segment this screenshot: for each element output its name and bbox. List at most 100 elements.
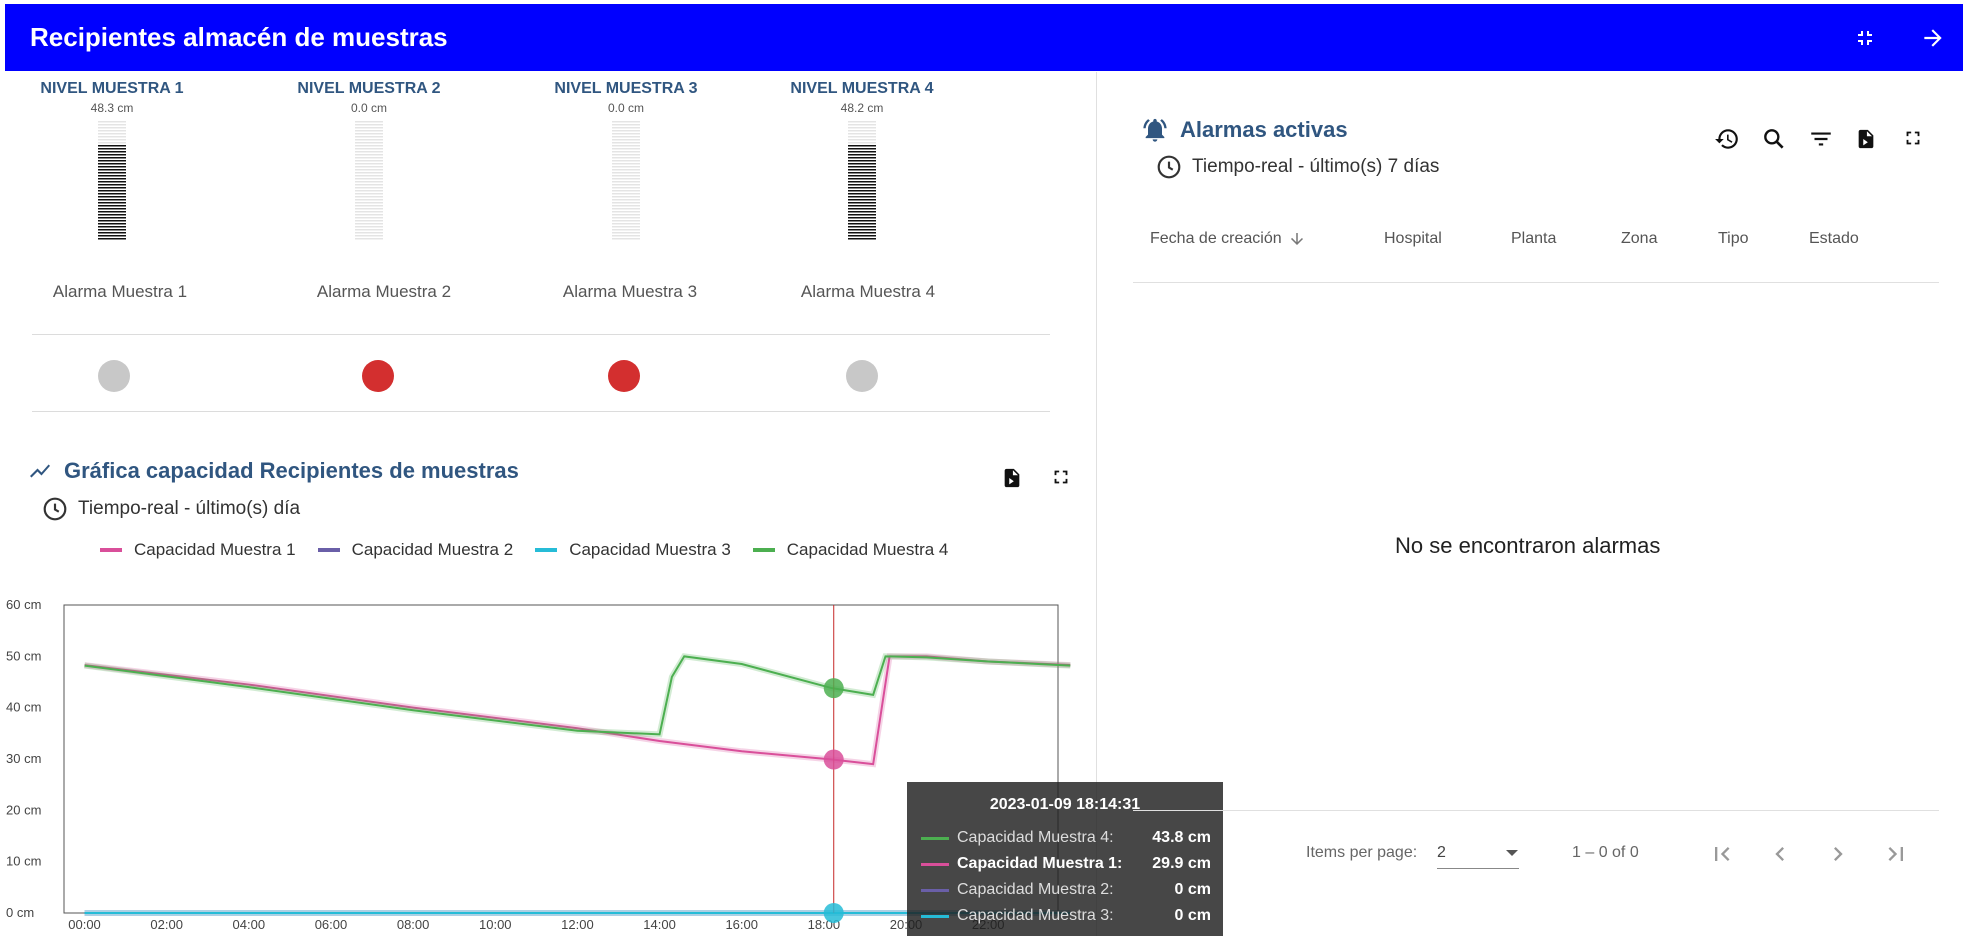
fullscreen-icon[interactable]: [1902, 127, 1924, 154]
gauge-segment: [612, 184, 640, 186]
gauge-muestra-4: NIVEL MUESTRA 4 48.2 cm: [762, 80, 962, 241]
gauge-segment: [612, 172, 640, 174]
gauge-segment: [848, 154, 876, 156]
column-header-hospital[interactable]: Hospital: [1384, 230, 1442, 248]
x-tick-label: 00:00: [68, 917, 101, 932]
divider: [32, 411, 1050, 412]
gauge-segment: [612, 142, 640, 144]
chart-legend: Capacidad Muestra 1 Capacidad Muestra 2 …: [100, 540, 948, 560]
gauge-segment: [612, 220, 640, 222]
gauge-segment: [98, 220, 126, 222]
first-page-icon[interactable]: [1708, 840, 1736, 873]
gauge-segment: [98, 178, 126, 180]
gauge-segment: [355, 178, 383, 180]
legend-item-3[interactable]: Capacidad Muestra 3: [535, 540, 731, 560]
gauge-segment: [848, 181, 876, 183]
search-icon[interactable]: [1761, 126, 1787, 157]
series-shadow: [84, 653, 1071, 768]
legend-item-2[interactable]: Capacidad Muestra 2: [317, 540, 514, 560]
tooltip-series: Capacidad Muestra 4:: [957, 829, 1114, 846]
legend-swatch: [100, 548, 122, 552]
fullscreen-exit-icon[interactable]: [1845, 18, 1885, 58]
gauge-segment: [355, 187, 383, 189]
alarm-label-2: Alarma Muestra 2: [316, 282, 452, 301]
gauge-segment: [612, 124, 640, 126]
gauge-segment: [848, 121, 876, 123]
gauge-segment: [355, 217, 383, 219]
gauge-segment: [612, 208, 640, 210]
gauge-segment: [98, 238, 126, 240]
gauge-segment: [98, 169, 126, 171]
table-header-divider: [1133, 282, 1939, 283]
legend-item-4[interactable]: Capacidad Muestra 4: [752, 540, 948, 560]
gauge-segment: [98, 208, 126, 210]
gauge-segment: [848, 232, 876, 234]
chart-time-window[interactable]: Tiempo-real - último(s) día: [42, 496, 519, 522]
gauge-segment: [612, 154, 640, 156]
alarms-time-window[interactable]: Tiempo-real - último(s) 7 días: [1156, 154, 1439, 180]
column-header-zona[interactable]: Zona: [1621, 230, 1657, 248]
gauge-segment: [98, 154, 126, 156]
paginator-divider: [1133, 810, 1939, 811]
previous-page-icon[interactable]: [1766, 840, 1794, 873]
tooltip-row: Capacidad Muestra 2: 0 cm: [921, 881, 1211, 899]
history-icon[interactable]: [1714, 126, 1740, 157]
tooltip-series: Capacidad Muestra 3:: [957, 907, 1114, 924]
gauge-segment: [612, 127, 640, 129]
gauge-segment: [355, 181, 383, 183]
gauge-segment: [355, 166, 383, 168]
gauge-segment: [848, 193, 876, 195]
filter-icon[interactable]: [1808, 126, 1834, 157]
column-header-planta[interactable]: Planta: [1511, 230, 1556, 248]
gauge-segment: [355, 214, 383, 216]
gauge-segment: [98, 163, 126, 165]
gauge-segment: [848, 184, 876, 186]
chart-panel-header: Gráfica capacidad Recipientes de muestra…: [26, 458, 519, 522]
gauge-segment: [355, 121, 383, 123]
column-header-estado[interactable]: Estado: [1809, 230, 1859, 248]
next-page-icon[interactable]: [1824, 840, 1852, 873]
gauge-segment: [612, 232, 640, 234]
fullscreen-icon[interactable]: [1050, 466, 1072, 493]
tooltip-series: Capacidad Muestra 1:: [957, 855, 1123, 872]
items-per-page-select[interactable]: 2: [1437, 838, 1519, 869]
gauge-segment: [848, 175, 876, 177]
export-icon[interactable]: [1001, 465, 1023, 496]
legend-swatch: [535, 548, 558, 552]
gauge-segment: [612, 181, 640, 183]
export-icon[interactable]: [1855, 126, 1877, 157]
gauge-segment: [98, 214, 126, 216]
gauge-segment: [98, 172, 126, 174]
legend-item-1[interactable]: Capacidad Muestra 1: [100, 540, 296, 560]
gauge-segment: [355, 229, 383, 231]
gauge-segment: [98, 232, 126, 234]
gauge-muestra-1: NIVEL MUESTRA 1 48.3 cm: [12, 80, 212, 241]
gauge-segment: [98, 187, 126, 189]
gauge-segment: [612, 178, 640, 180]
series-line: [84, 655, 1071, 766]
gauge-segment: [355, 223, 383, 225]
gauge-value: 48.3 cm: [90, 101, 134, 115]
gauge-segment: [355, 190, 383, 192]
gauge-segment: [355, 154, 383, 156]
legend-label: Capacidad Muestra 2: [351, 540, 514, 559]
y-tick-label: 40 cm: [6, 700, 41, 715]
column-header-tipo[interactable]: Tipo: [1718, 230, 1749, 248]
x-tick-label: 08:00: [397, 917, 430, 932]
arrow-forward-icon[interactable]: [1913, 18, 1953, 58]
gauge-segment: [612, 193, 640, 195]
gauge-segment: [612, 133, 640, 135]
gauge-segment: [355, 211, 383, 213]
tooltip-row: Capacidad Muestra 3: 0 cm: [921, 907, 1211, 925]
gauge-segment: [848, 169, 876, 171]
gauge-segment: [355, 160, 383, 162]
x-tick-label: 12:00: [561, 917, 594, 932]
chart-title: Gráfica capacidad Recipientes de muestra…: [64, 458, 519, 483]
alarms-panel-title: Alarmas activas: [1140, 116, 1439, 144]
gauge-segment: [355, 193, 383, 195]
column-header-fecha[interactable]: Fecha de creación: [1150, 230, 1306, 248]
last-page-icon[interactable]: [1882, 840, 1910, 873]
gauge-value: 0.0 cm: [607, 101, 644, 115]
gauge-segment: [98, 145, 126, 147]
gauge-segment: [355, 136, 383, 138]
